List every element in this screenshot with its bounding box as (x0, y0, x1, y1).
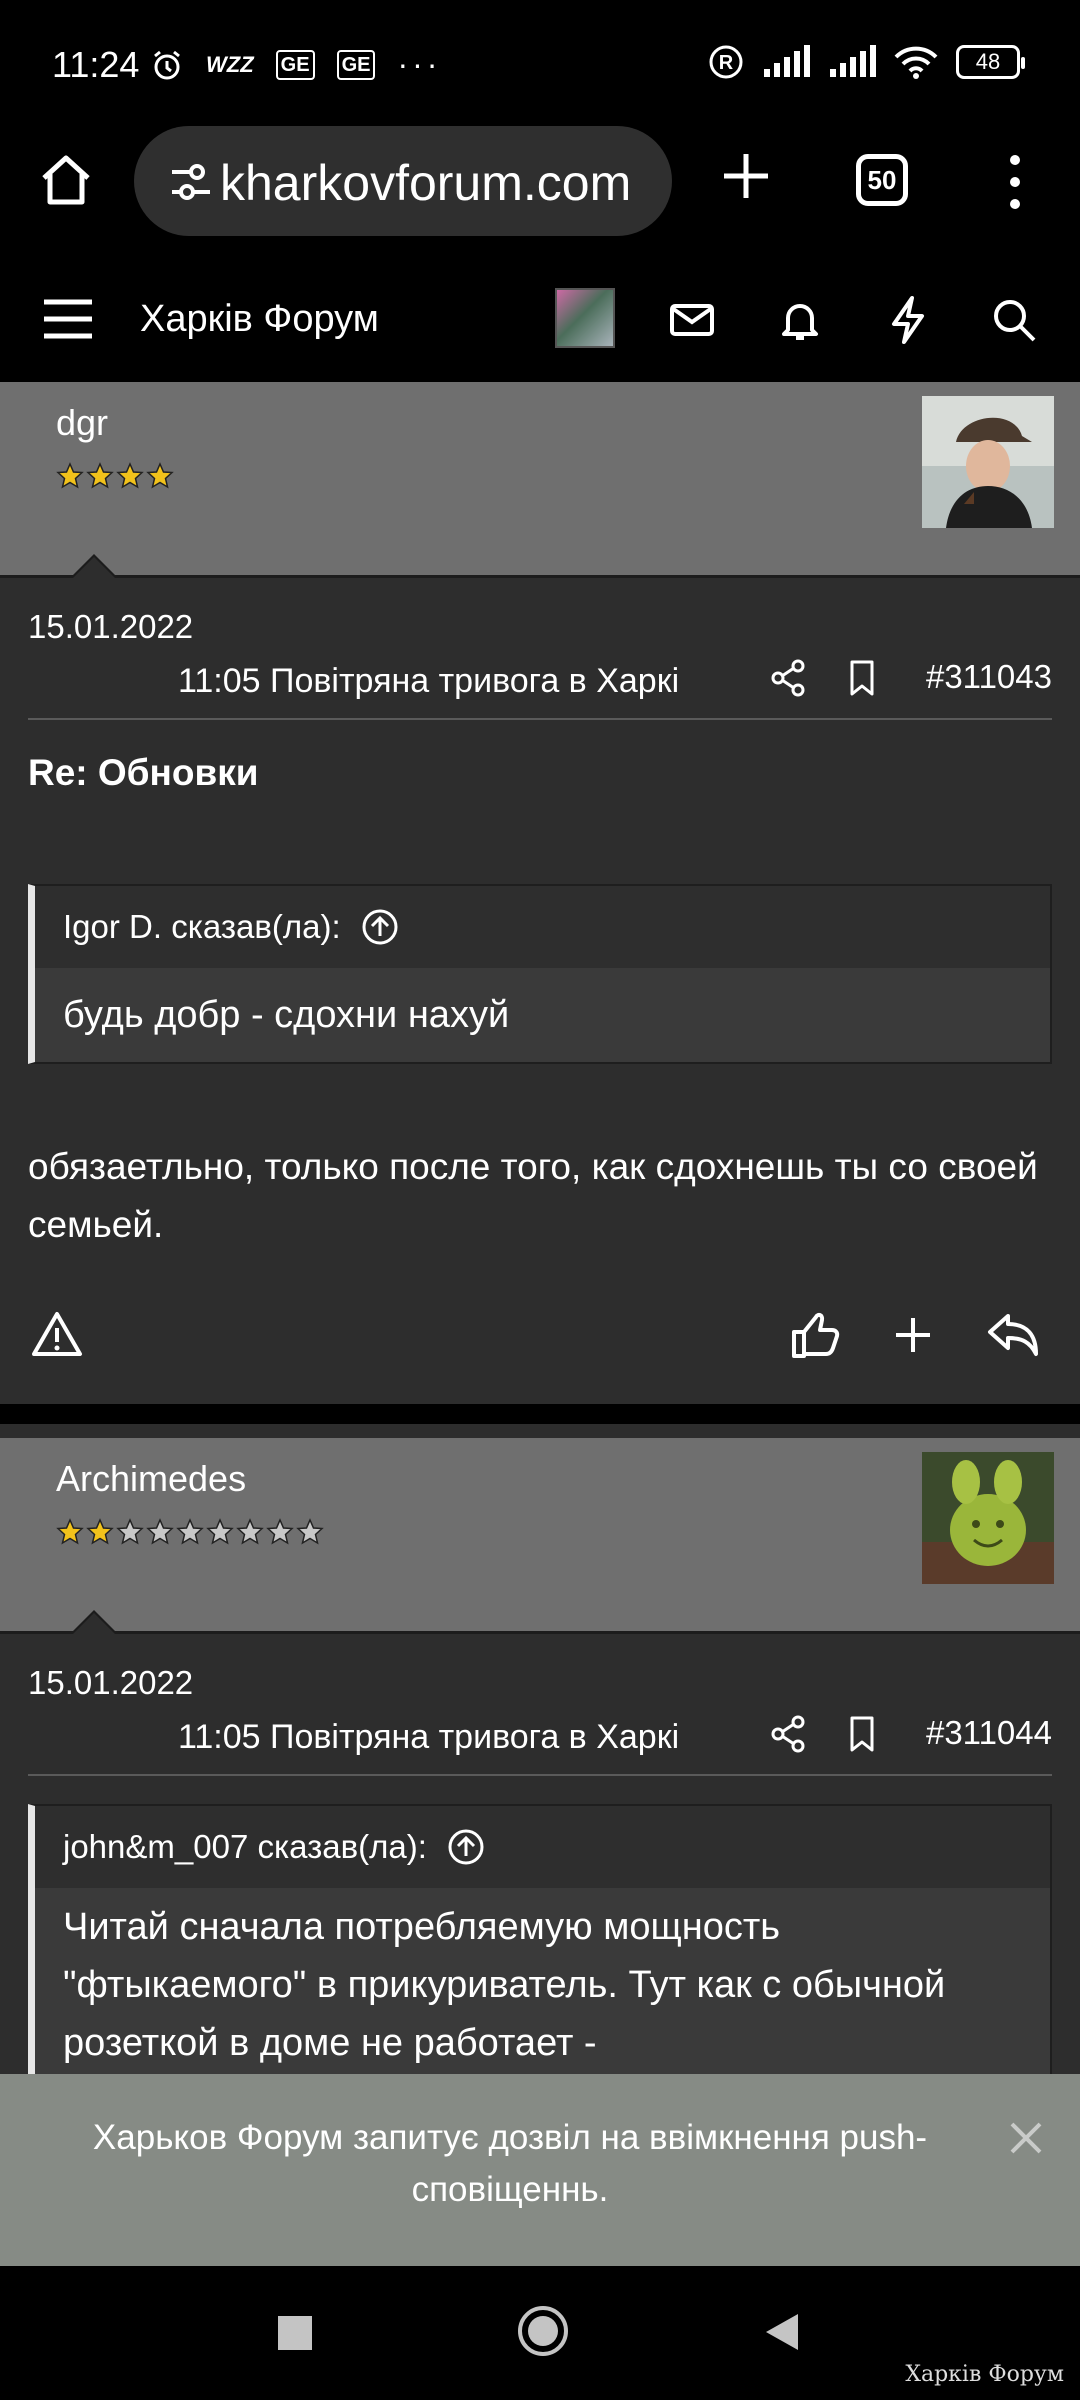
lightning-icon[interactable] (882, 294, 934, 346)
report-icon[interactable] (30, 1308, 84, 1362)
registered-letter: R (719, 52, 734, 74)
star-empty-icon (296, 1518, 324, 1545)
menu-icon[interactable] (42, 294, 94, 344)
status-left-icons: WZZ GE GE ··· (150, 46, 441, 83)
post-author-name[interactable]: Archimedes (56, 1458, 246, 1500)
author-avatar[interactable] (922, 396, 1054, 528)
post-body: 15.01.2022 11:05 Повітряна тривога в Хар… (0, 578, 1080, 1390)
close-icon[interactable] (1008, 2120, 1044, 2156)
wzz-icon: WZZ (206, 51, 254, 77)
star-empty-icon (146, 1518, 174, 1545)
post-title: Re: Обновки (28, 752, 259, 793)
home-icon[interactable] (36, 150, 96, 210)
post-number[interactable]: #311043 (926, 658, 1052, 696)
ge-badge-icon: GE (336, 49, 376, 80)
rating-stars (56, 462, 174, 490)
recents-icon[interactable] (278, 2316, 312, 2350)
quote-header: john&m_007 сказав(ла): (35, 1806, 1050, 1888)
system-navigation-bar: Харків Форум (0, 2266, 1080, 2400)
push-permission-banner: Харьков Форум запитує дозвіл на ввімкнен… (0, 2074, 1080, 2266)
author-avatar[interactable] (922, 1452, 1054, 1584)
battery-icon: 48 (956, 45, 1025, 79)
quote-text: будь добр - сдохни нахуй (63, 994, 510, 1036)
post-separator (0, 1404, 1080, 1424)
go-to-quote-icon[interactable] (447, 1828, 485, 1866)
new-tab-icon[interactable] (716, 146, 776, 206)
watermark: Харків Форум (905, 2362, 1064, 2387)
bookmark-icon[interactable] (842, 1714, 882, 1754)
alarm-icon (154, 50, 180, 79)
quote-block: john&m_007 сказав(ла): Читай сначала пот… (28, 1804, 1052, 2094)
quote-header: Igor D. сказав(ла): (35, 886, 1050, 968)
site-settings-icon[interactable] (170, 162, 212, 202)
share-icon[interactable] (768, 658, 808, 698)
more-notifications-icon: ··· (397, 46, 442, 82)
quote-block: Igor D. сказав(ла): будь добр - сдохни н… (28, 884, 1052, 1064)
quote-author[interactable]: john&m_007 сказав(ла): (63, 1828, 427, 1866)
post-header-pointer (70, 554, 118, 578)
post-number[interactable]: #311044 (926, 1714, 1052, 1752)
post-meta-link[interactable]: 11:05 Повітряна тривога в Харкі (178, 662, 734, 701)
home-nav-icon[interactable] (516, 2304, 570, 2358)
post-date[interactable]: 15.01.2022 (28, 1664, 193, 1702)
star-empty-icon (176, 1518, 204, 1545)
post-author-header: dgr (0, 382, 1080, 578)
bell-icon[interactable] (774, 294, 826, 346)
quote-text: Читай сначала потребляемую мощность "фты… (63, 1906, 946, 2064)
push-permission-text: Харьков Форум запитує дозвіл на ввімкнен… (92, 2118, 928, 2209)
ge-badge-icon: GE (275, 49, 315, 80)
bookmark-icon[interactable] (842, 658, 882, 698)
post-author-header: Archimedes (0, 1438, 1080, 1634)
post-meta-link[interactable]: 11:05 Повітряна тривога в Харкі (178, 1718, 734, 1757)
star-empty-icon (206, 1518, 234, 1545)
inbox-icon[interactable] (666, 294, 718, 346)
status-right-icons: R 48 (708, 44, 1025, 80)
signal-icon (764, 45, 810, 77)
forum-title[interactable]: Харків Форум (140, 298, 379, 341)
browser-toolbar: kharkovforum.com 50 (0, 126, 1080, 260)
reply-icon[interactable] (986, 1308, 1040, 1362)
post-body: 15.01.2022 11:05 Повітряна тривога в Хар… (0, 1634, 1080, 2094)
wifi-icon (894, 46, 938, 79)
quote-author[interactable]: Igor D. сказав(ла): (63, 908, 341, 946)
meta-divider (28, 1774, 1052, 1776)
signal-icon (830, 45, 876, 77)
rating-stars (56, 1518, 324, 1546)
star-filled-icon (146, 462, 174, 489)
post-header-pointer (70, 1610, 118, 1634)
search-icon[interactable] (988, 294, 1040, 346)
user-avatar[interactable] (555, 288, 615, 348)
status-bar: 11:24 WZZ GE GE ··· R 48 (0, 0, 1080, 126)
status-time: 11:24 (52, 44, 140, 85)
multi-quote-icon[interactable] (886, 1308, 940, 1362)
tab-switcher-button[interactable]: 50 (856, 154, 908, 206)
star-filled-icon (116, 462, 144, 489)
go-to-quote-icon[interactable] (361, 908, 399, 946)
address-bar[interactable]: kharkovforum.com (134, 126, 672, 236)
star-empty-icon (266, 1518, 294, 1545)
post-message: обязаетльно, только после того, как сдох… (28, 1146, 1038, 1245)
like-icon[interactable] (788, 1308, 842, 1362)
meta-divider (28, 718, 1052, 720)
forum-header: Харків Форум (0, 260, 1080, 382)
star-empty-icon (116, 1518, 144, 1545)
browser-menu-icon[interactable] (1000, 150, 1030, 214)
star-filled-icon (56, 462, 84, 489)
star-filled-icon (56, 1518, 84, 1545)
registered-icon: R (709, 45, 743, 79)
post-author-name[interactable]: dgr (56, 402, 108, 444)
star-filled-icon (86, 1518, 114, 1545)
url-text[interactable]: kharkovforum.com (220, 154, 631, 212)
star-filled-icon (86, 462, 114, 489)
share-icon[interactable] (768, 1714, 808, 1754)
star-empty-icon (236, 1518, 264, 1545)
post-date[interactable]: 15.01.2022 (28, 608, 193, 646)
back-icon[interactable] (764, 2312, 800, 2352)
